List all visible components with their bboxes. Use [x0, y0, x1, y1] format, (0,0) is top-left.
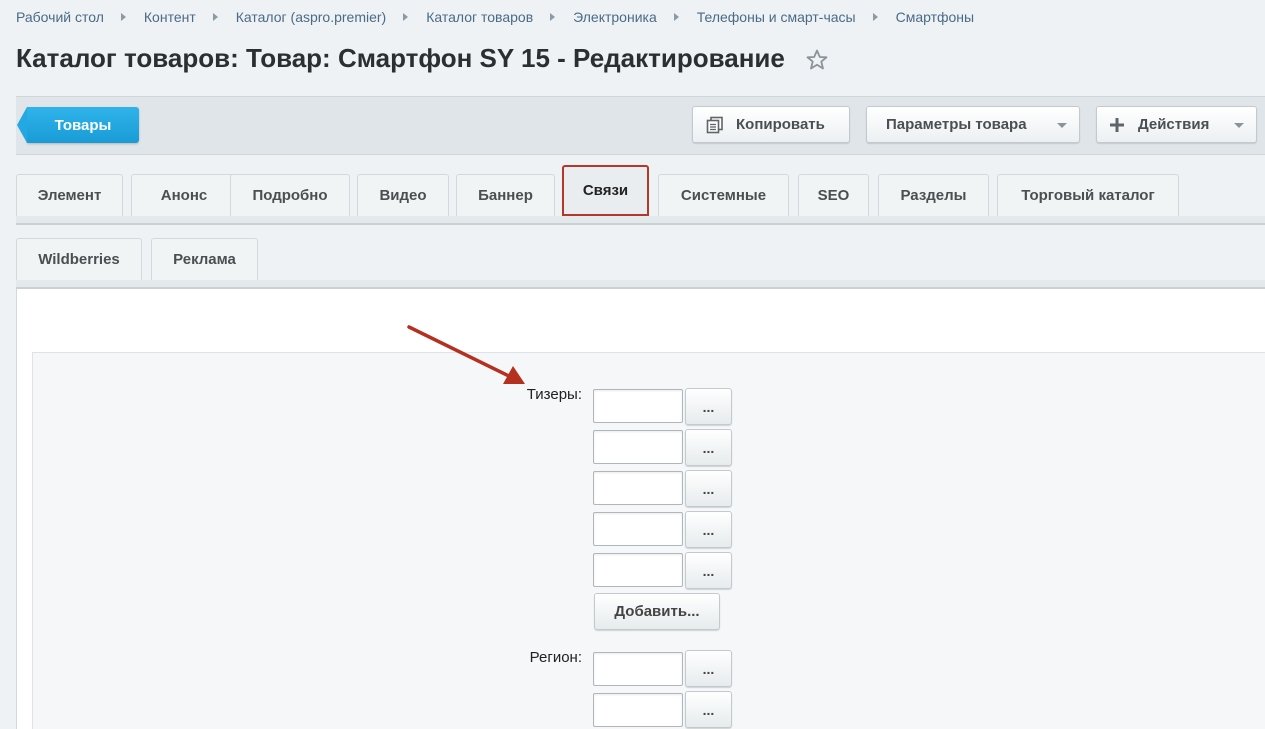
breadcrumb-item-catalog-aspro[interactable]: Каталог (aspro.premier): [236, 9, 386, 25]
chevron-down-icon: [1057, 123, 1067, 128]
links-form: Тизеры: ... ... ... ... ... Добавить... …: [32, 352, 1265, 729]
breadcrumb-item-smartphones[interactable]: Смартфоны: [896, 9, 975, 25]
tab-links[interactable]: Связи: [562, 165, 649, 216]
subtabs-divider: [16, 280, 1265, 289]
breadcrumb-item-product-catalog[interactable]: Каталог товаров: [426, 9, 533, 25]
region-input-2[interactable]: [593, 693, 683, 727]
tab-details[interactable]: Подробно: [230, 174, 350, 216]
back-to-products-button[interactable]: Товары: [17, 107, 139, 143]
breadcrumb-separator-icon: [212, 13, 218, 21]
product-params-dropdown[interactable]: Параметры товара: [866, 106, 1080, 143]
teaser-input-4[interactable]: [593, 512, 683, 546]
breadcrumb-separator-icon: [550, 13, 556, 21]
tab-announce[interactable]: Анонс: [131, 174, 237, 216]
breadcrumb-separator-icon: [403, 13, 409, 21]
tab-advertising[interactable]: Реклама: [151, 238, 258, 280]
region-pick-button-2[interactable]: ...: [685, 691, 732, 728]
region-input-1[interactable]: [593, 652, 683, 686]
breadcrumb-separator-icon: [673, 13, 679, 21]
actions-label: Действия: [1138, 116, 1210, 133]
breadcrumb-item-desktop[interactable]: Рабочий стол: [16, 9, 104, 25]
breadcrumb-item-phones-watches[interactable]: Телефоны и смарт-часы: [697, 9, 856, 25]
tab-banner[interactable]: Баннер: [456, 174, 555, 216]
page-title: Каталог товаров: Товар: Смартфон SY 15 -…: [16, 43, 785, 73]
tab-element[interactable]: Элемент: [16, 174, 123, 216]
star-icon[interactable]: [805, 48, 829, 72]
chevron-down-icon: [1234, 123, 1244, 128]
tab-sections[interactable]: Разделы: [878, 174, 989, 216]
teaser-input-1[interactable]: [593, 389, 683, 423]
breadcrumb-separator-icon: [872, 13, 878, 21]
tab-seo[interactable]: SEO: [798, 174, 869, 216]
teaser-add-button[interactable]: Добавить...: [594, 593, 720, 630]
region-label: Регион:: [529, 649, 582, 666]
tab-content: Тизеры: ... ... ... ... ... Добавить... …: [16, 289, 1265, 729]
breadcrumb: Рабочий стол Контент Каталог (aspro.prem…: [16, 9, 974, 25]
actions-dropdown[interactable]: Действия: [1096, 106, 1257, 143]
breadcrumb-item-content[interactable]: Контент: [144, 9, 196, 25]
tab-video[interactable]: Видео: [357, 174, 449, 216]
teaser-pick-button-1[interactable]: ...: [685, 388, 732, 425]
copy-button[interactable]: Копировать: [692, 106, 850, 143]
teaser-pick-button-4[interactable]: ...: [685, 511, 732, 548]
teaser-input-2[interactable]: [593, 430, 683, 464]
breadcrumb-separator-icon: [120, 13, 126, 21]
teaser-pick-button-5[interactable]: ...: [685, 552, 732, 589]
page-title-row: Каталог товаров: Товар: Смартфон SY 15 -…: [16, 43, 829, 74]
tabs-divider: [16, 216, 1265, 225]
teaser-input-3[interactable]: [593, 471, 683, 505]
toolbar: Товары Копировать Параметры товара Дейст…: [16, 96, 1265, 155]
teaser-input-5[interactable]: [593, 553, 683, 587]
copy-button-label: Копировать: [736, 116, 825, 133]
tab-system[interactable]: Системные: [658, 174, 789, 216]
annotation-arrow-icon: [407, 325, 525, 384]
breadcrumb-item-electronics[interactable]: Электроника: [573, 9, 657, 25]
product-params-label: Параметры товара: [886, 116, 1027, 133]
teaser-pick-button-3[interactable]: ...: [685, 470, 732, 507]
tab-wildberries[interactable]: Wildberries: [16, 238, 142, 280]
back-button-label: Товары: [54, 116, 112, 134]
region-pick-button-1[interactable]: ...: [685, 650, 732, 687]
teaser-pick-button-2[interactable]: ...: [685, 429, 732, 466]
tab-trade-catalog[interactable]: Торговый каталог: [997, 174, 1179, 216]
copy-icon: [706, 116, 723, 133]
plus-icon: [1110, 117, 1124, 132]
